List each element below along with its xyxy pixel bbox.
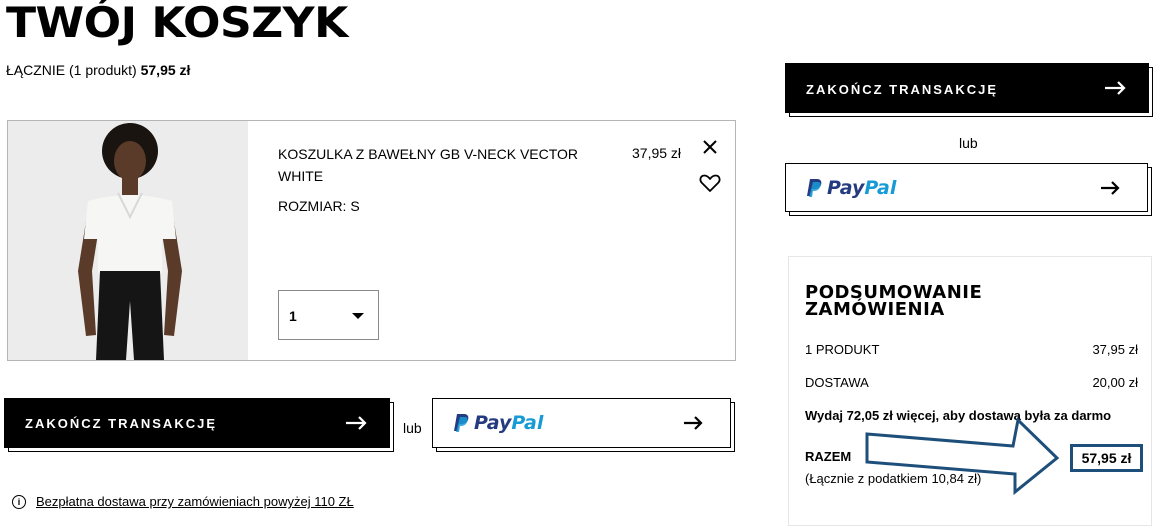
quantity-select[interactable]: 1 <box>278 290 379 340</box>
product-name[interactable]: KOSZULKA Z BAWEŁNY GB V-NECK VECTOR WHIT… <box>278 143 608 187</box>
product-size: ROZMIAR: S <box>278 198 360 214</box>
close-icon <box>703 140 717 154</box>
paypal-icon <box>454 414 469 432</box>
paypal-pal-text: Pal <box>511 412 544 434</box>
summary-total-label: RAZEM <box>805 449 852 464</box>
free-shipping-link[interactable]: Bezpłatna dostawa przy zamówieniach powy… <box>36 494 354 509</box>
summary-row-value: 20,00 zł <box>1092 375 1138 390</box>
remove-item-button[interactable] <box>698 135 722 159</box>
cart-total-line: ŁĄCZNIE (1 produkt) 57,95 zł <box>6 62 190 78</box>
cart-item: KOSZULKA Z BAWEŁNY GB V-NECK VECTOR WHIT… <box>7 120 736 361</box>
summary-row-products: 1 PRODUKT 37,95 zł <box>805 342 1138 357</box>
product-image[interactable] <box>8 121 248 360</box>
paypal-button-top[interactable]: Pay Pal <box>785 163 1148 212</box>
add-to-wishlist-button[interactable] <box>698 171 722 195</box>
arrow-right-icon <box>346 416 367 430</box>
checkout-button-top[interactable]: ZAKOŃCZ TRANSAKCJĘ <box>785 63 1149 113</box>
summary-row-value: 37,95 zł <box>1092 342 1138 357</box>
annotation-arrow-icon <box>865 416 1060 496</box>
heart-icon <box>699 174 721 192</box>
summary-row-label: DOSTAWA <box>805 375 869 390</box>
paypal-pay-text: Pay <box>474 412 512 434</box>
checkout-button-label: ZAKOŃCZ TRANSAKCJĘ <box>806 82 998 97</box>
chevron-down-icon <box>352 313 364 319</box>
paypal-pay-text: Pay <box>827 176 865 199</box>
free-shipping-notice: i Bezpłatna dostawa przy zamówieniach po… <box>12 494 354 509</box>
cart-total-prefix: ŁĄCZNIE (1 produkt) <box>6 62 137 78</box>
quantity-value: 1 <box>289 308 297 324</box>
summary-total-value: 57,95 zł <box>1070 444 1143 472</box>
summary-title: PODSUMOWANIE ZAMÓWIENIA <box>805 282 983 320</box>
paypal-pal-text: Pal <box>864 176 897 199</box>
arrow-right-icon <box>1101 180 1120 195</box>
paypal-logo: Pay Pal <box>454 412 543 434</box>
paypal-logo: Pay Pal <box>807 177 896 199</box>
checkout-button-bottom[interactable]: ZAKOŃCZ TRANSAKCJĘ <box>4 398 390 448</box>
paypal-icon <box>807 178 822 197</box>
paypal-button-bottom[interactable]: Pay Pal <box>432 398 731 448</box>
product-price: 37,95 zł <box>632 145 682 161</box>
cart-total-amount: 57,95 zł <box>140 62 191 78</box>
arrow-right-icon <box>684 416 703 430</box>
checkout-button-label: ZAKOŃCZ TRANSAKCJĘ <box>25 416 217 431</box>
or-label: lub <box>403 420 422 436</box>
info-icon: i <box>12 494 26 509</box>
summary-row-shipping: DOSTAWA 20,00 zł <box>805 375 1138 390</box>
or-label: lub <box>959 135 978 151</box>
page-title: TWÓJ KOSZYK <box>6 0 348 47</box>
arrow-right-icon <box>1105 81 1126 95</box>
summary-row-label: 1 PRODUKT <box>805 342 880 357</box>
